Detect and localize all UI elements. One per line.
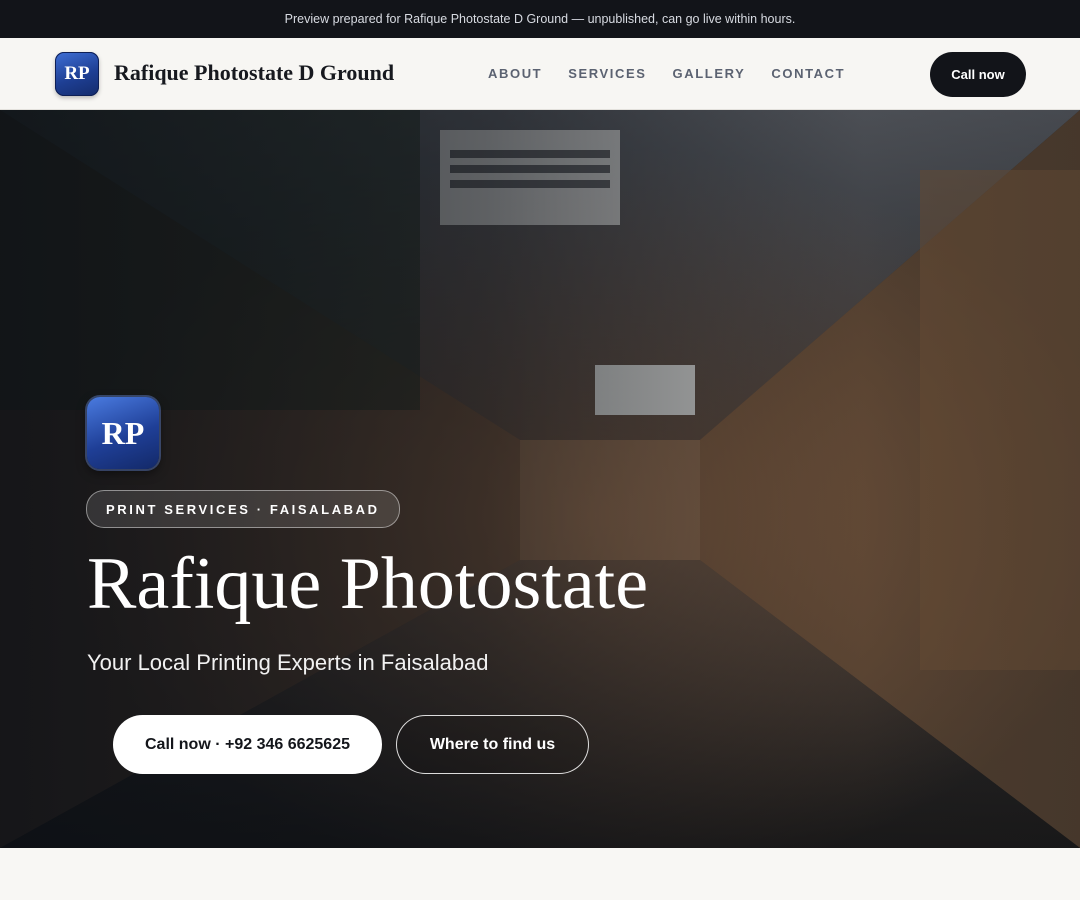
hero-section: RP PRINT SERVICES · FAISALABAD Rafique P… bbox=[0, 110, 1080, 848]
brand-name[interactable]: Rafique Photostate D Ground bbox=[114, 60, 394, 86]
logo-initials: RP bbox=[64, 63, 90, 84]
preview-banner-text: Preview prepared for Rafique Photostate … bbox=[284, 12, 796, 26]
hero-title: Rafique Photostate bbox=[87, 543, 649, 625]
header-call-button[interactable]: Call now bbox=[930, 52, 1026, 97]
nav-link-services[interactable]: SERVICES bbox=[568, 66, 646, 81]
find-us-button[interactable]: Where to find us bbox=[396, 715, 589, 774]
main-nav: ABOUT SERVICES GALLERY CONTACT bbox=[488, 66, 871, 81]
site-header: RP Rafique Photostate D Ground ABOUT SER… bbox=[0, 38, 1080, 110]
hero-logo-badge: RP bbox=[87, 397, 159, 469]
hero-eyebrow-pill: PRINT SERVICES · FAISALABAD bbox=[86, 490, 400, 528]
call-now-button[interactable]: Call now · +92 346 6625625 bbox=[113, 715, 382, 774]
hero-subtitle: Your Local Printing Experts in Faisalaba… bbox=[87, 650, 489, 675]
logo-badge[interactable]: RP bbox=[55, 52, 99, 96]
hero-logo-initials: RP bbox=[101, 414, 145, 451]
preview-banner: Preview prepared for Rafique Photostate … bbox=[0, 0, 1080, 38]
nav-link-about[interactable]: ABOUT bbox=[488, 66, 542, 81]
nav-link-gallery[interactable]: GALLERY bbox=[673, 66, 746, 81]
content-section-start bbox=[0, 848, 1080, 900]
nav-link-contact[interactable]: CONTACT bbox=[771, 66, 845, 81]
